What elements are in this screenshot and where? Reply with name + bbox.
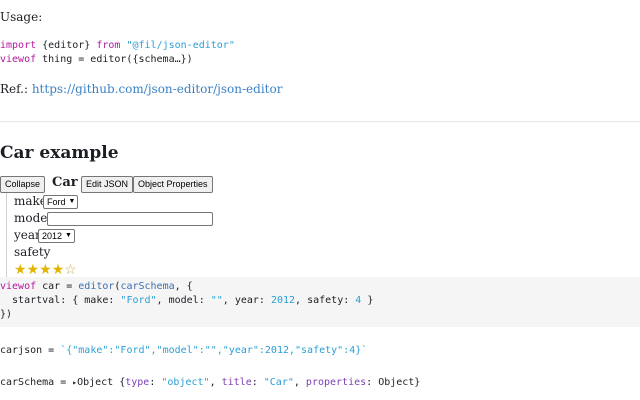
form-title: Car [52,175,78,190]
string-literal: "Ford" [120,295,157,306]
usage-code-line-1: import {editor} from "@fil/json-editor" [0,40,235,51]
year-select[interactable]: 2012 ▼ [38,229,75,243]
make-label: make [14,194,47,208]
string-value: `{"make":"Ford","model":"","year":2012,"… [60,345,368,356]
code-text: {editor} [36,40,97,51]
form-indent-line [6,193,7,277]
star-icon[interactable]: ★ [27,262,40,278]
code-text: , safety: [295,295,356,306]
code-text: car = [36,281,79,292]
chevron-down-icon: ▼ [68,198,76,205]
code-text: Object} [378,377,421,388]
variable-name: carSchema [0,377,55,388]
divider [0,121,640,122]
code-text: } [361,295,374,306]
property-key: type [125,377,150,388]
code-text: : [251,377,264,388]
year-label: year [14,228,41,242]
code-text: = [42,345,61,356]
function-name: editor [78,281,115,292]
code-line-1: viewof car = editor(carSchema, { [0,281,193,292]
star-icon[interactable]: ★ [52,262,65,278]
code-text: thing = editor({schema…}) [36,54,193,65]
edit-json-button[interactable]: Edit JSON [81,176,134,193]
chevron-down-icon: ▼ [65,232,72,239]
ref-label: Ref.: [0,82,32,96]
make-selected-value: Ford [47,197,66,207]
string-literal: "@fil/json-editor" [126,40,235,51]
usage-heading: Usage: [0,10,43,24]
variable-reference: carSchema [120,281,175,292]
safety-rating[interactable]: ★★★★☆ [14,259,77,278]
model-input[interactable] [47,212,213,226]
star-icon[interactable]: ☆ [64,262,77,278]
string-value: "object" [161,377,210,388]
star-icon[interactable]: ★ [39,262,52,278]
code-line-3: }) [0,309,13,320]
variable-name: carjson [0,345,43,356]
carjson-output: carjson = `{"make":"Ford","model":"","ye… [0,345,367,356]
keyword: viewof [0,281,37,292]
code-text: : [366,377,379,388]
keyword: from [96,40,121,51]
code-text: , model: [156,295,211,306]
string-value: "Car" [263,377,294,388]
collapse-button[interactable]: Collapse [0,176,46,193]
keyword: import [0,40,37,51]
star-icon[interactable]: ★ [14,262,27,278]
code-text: , [209,377,222,388]
code-text: , [293,377,306,388]
section-title: Car example [0,143,119,163]
reference-link[interactable]: https://github.com/json-editor/json-edit… [32,82,283,96]
year-selected-value: 2012 [42,231,63,241]
code-line-2: startval: { make: "Ford", model: "", yea… [0,295,373,306]
object-properties-button[interactable]: Object Properties [133,176,213,193]
number-literal: 2012 [270,295,296,306]
object-preview[interactable]: Object { [77,377,125,388]
safety-label: safety [14,245,51,259]
keyword: viewof [0,54,37,65]
string-literal: "" [210,295,223,306]
model-label: model [14,211,52,225]
code-text: startval: { make: [0,295,121,306]
code-text: = [54,377,73,388]
property-key: title [221,377,252,388]
make-select[interactable]: Ford ▼ [43,195,79,209]
code-text: , { [174,281,193,292]
code-text: : [149,377,162,388]
carschema-output: carSchema = ▸Object {type: "object", tit… [0,377,420,388]
property-key: properties [305,377,367,388]
usage-code-line-2: viewof thing = editor({schema…}) [0,54,193,65]
code-text: , year: [222,295,271,306]
reference-line: Ref.: https://github.com/json-editor/jso… [0,82,282,96]
